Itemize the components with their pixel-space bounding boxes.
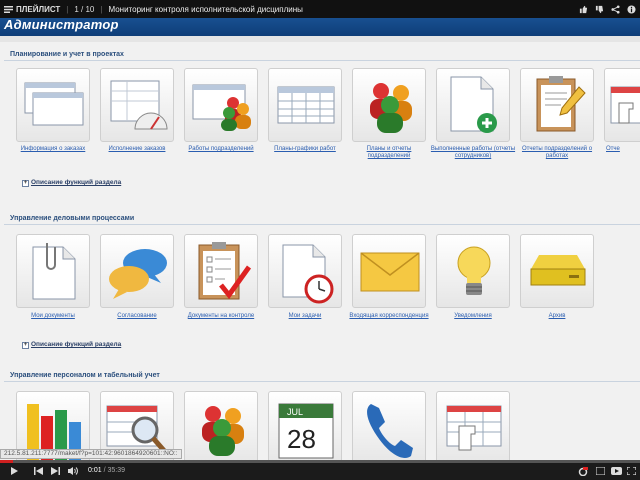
tile-notifications[interactable]: [436, 234, 510, 308]
schedule-grid-icon: [277, 86, 335, 124]
document-clock-icon: [282, 244, 334, 304]
tile-my-documents[interactable]: [16, 234, 90, 308]
table-hand-icon: [610, 86, 640, 124]
info-icon[interactable]: [627, 4, 636, 14]
team-window-icon: [192, 84, 251, 131]
checklist-icon: [198, 242, 252, 300]
play-icon[interactable]: [10, 467, 18, 475]
volume-icon[interactable]: [68, 467, 78, 475]
tile-completed-works[interactable]: [436, 68, 510, 142]
calendar-icon: JUL 28: [278, 403, 334, 459]
tile-label[interactable]: Отчеты подразделений о работах: [514, 146, 600, 160]
top-actions: [579, 4, 636, 14]
next-icon[interactable]: [51, 467, 60, 475]
status-url: 212.5.81.211:7777/maket/f?p=101:42:96018…: [0, 449, 182, 459]
tile-reports-partial[interactable]: [604, 68, 640, 142]
desc-link-label: Описание функций раздела: [31, 341, 122, 348]
tile-order-info[interactable]: [16, 68, 90, 142]
tile-label[interactable]: Входящая корреспонденция: [346, 313, 432, 320]
chat-bubbles-icon: [109, 249, 167, 299]
tile-schedules[interactable]: [268, 68, 342, 142]
video-top-bar: ПЛЕЙЛИСТ | 1 / 10 | Мониторинг контроля …: [0, 0, 640, 18]
clipboard-pencil-icon: [536, 76, 586, 132]
tile-label[interactable]: Планы-графики работ: [262, 146, 348, 153]
calendar-month: JUL: [287, 407, 303, 417]
app-title: Администратор: [4, 17, 119, 32]
section-title: Управление деловыми процессами: [10, 215, 135, 222]
tile-archive[interactable]: [520, 234, 594, 308]
tile-personnel-phone[interactable]: [352, 391, 426, 464]
share-icon[interactable]: [611, 4, 620, 14]
video-title[interactable]: Мониторинг контроля исполнительской дисц…: [108, 5, 302, 14]
tile-label[interactable]: Информация о заказах: [10, 146, 96, 153]
playlist-icon: [4, 5, 13, 13]
archive-drive-icon: [530, 255, 586, 286]
section-divider: [4, 224, 640, 225]
tile-label[interactable]: Уведомления: [430, 313, 516, 320]
tile-label[interactable]: Мои задачи: [262, 313, 348, 320]
hd-settings-icon[interactable]: [578, 467, 588, 476]
separator: |: [66, 4, 69, 14]
desc-link-label: Описание функций раздела: [31, 179, 122, 186]
calendar-day: 28: [287, 424, 316, 454]
section-title: Планирование и учет в проектах: [10, 51, 124, 58]
time-current: 0:01: [88, 467, 102, 474]
time-total: 35:39: [107, 467, 125, 474]
people-icon: [202, 406, 244, 456]
tile-label[interactable]: Работы подразделений: [178, 146, 264, 153]
lightbulb-icon: [457, 246, 491, 295]
tile-label[interactable]: Выполненные работы (отчеты сотрудников): [430, 146, 516, 160]
tile-order-execution[interactable]: [100, 68, 174, 142]
tile-label[interactable]: Отче: [606, 146, 640, 153]
tile-label[interactable]: Мои документы: [10, 313, 96, 320]
tile-label[interactable]: Планы и отчеты подразделений: [346, 146, 432, 160]
tile-my-tasks[interactable]: [268, 234, 342, 308]
envelope-icon: [360, 252, 420, 292]
expand-icon: +: [22, 342, 29, 349]
people-icon: [370, 83, 412, 133]
table-hand-icon: [446, 405, 502, 451]
main-content: Планирование и учет в проектах Информаци…: [0, 36, 640, 464]
tile-label[interactable]: Документы на контроле: [178, 313, 264, 320]
playlist-label[interactable]: ПЛЕЙЛИСТ: [16, 5, 60, 14]
tile-label[interactable]: Согласование: [94, 313, 180, 320]
thumbs-up-icon[interactable]: [579, 5, 588, 14]
player-controls: 0:01 / 35:39: [0, 460, 640, 480]
section-description-link[interactable]: + Описание функций раздела: [22, 341, 121, 349]
progress-bar[interactable]: [0, 460, 640, 463]
section-divider: [4, 60, 640, 61]
tile-personnel-staff[interactable]: [184, 391, 258, 464]
document-clip-icon: [32, 243, 76, 300]
tile-label[interactable]: Архив: [514, 313, 600, 320]
windows-icon: [24, 82, 84, 126]
document-add-icon: [450, 76, 497, 133]
tile-dept-works[interactable]: [184, 68, 258, 142]
phone-icon: [367, 404, 413, 458]
progress-fill: [0, 460, 13, 463]
tile-incoming-mail[interactable]: [352, 234, 426, 308]
expand-icon: +: [22, 180, 29, 187]
tile-approval[interactable]: [100, 234, 174, 308]
section-description-link[interactable]: + Описание функций раздела: [22, 179, 121, 187]
tile-dept-reports[interactable]: [520, 68, 594, 142]
tile-label[interactable]: Исполнение заказов: [94, 146, 180, 153]
tile-documents-control[interactable]: [184, 234, 258, 308]
playlist-position: 1 / 10: [74, 4, 95, 14]
tile-personnel-calendar[interactable]: JUL 28: [268, 391, 342, 464]
section-divider: [4, 381, 640, 382]
previous-icon[interactable]: [34, 467, 43, 475]
fullscreen-icon[interactable]: [627, 467, 636, 475]
youtube-icon[interactable]: [611, 467, 622, 475]
section-title: Управление персоналом и табельный учет: [10, 372, 160, 379]
tile-dept-plans[interactable]: [352, 68, 426, 142]
separator: |: [100, 4, 103, 14]
time-display: 0:01 / 35:39: [88, 467, 125, 474]
thumbs-down-icon[interactable]: [595, 5, 604, 14]
watch-later-icon[interactable]: [596, 467, 605, 475]
tile-personnel-timesheet[interactable]: [436, 391, 510, 464]
gauge-icon: [110, 80, 168, 130]
